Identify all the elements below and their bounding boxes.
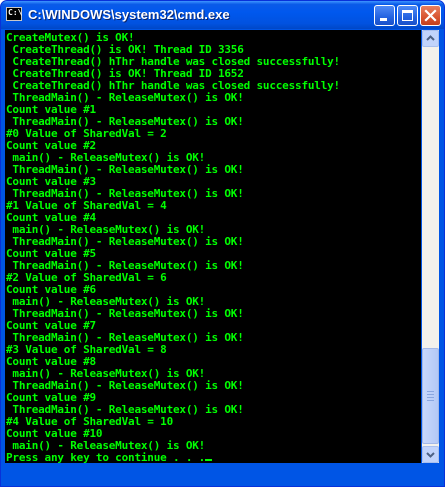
text-cursor [205,459,213,461]
close-icon [424,9,437,22]
scrollbar-thumb[interactable] [422,348,439,444]
scroll-down-button[interactable] [422,446,439,463]
maximize-button[interactable] [397,5,418,26]
title-bar[interactable]: C:\ C:\WINDOWS\system32\cmd.exe [1,1,444,29]
chevron-up-icon [426,35,435,41]
console-output[interactable]: CreateMutex() is OK! CreateThread() is O… [5,30,421,463]
scroll-up-button[interactable] [422,30,439,47]
cmd-window: C:\ C:\WINDOWS\system32\cmd.exe CreateMu… [0,0,445,487]
minimize-icon [380,18,387,21]
chevron-down-icon [426,452,435,458]
thumb-grip-line [427,397,434,398]
vertical-scrollbar[interactable] [422,30,439,463]
maximize-icon [402,10,413,21]
thumb-grip-line [427,391,434,392]
minimize-button[interactable] [374,5,395,26]
thumb-grip-line [427,400,434,401]
window-title: C:\WINDOWS\system32\cmd.exe [28,7,230,22]
close-button[interactable] [420,5,441,26]
console-app-icon[interactable]: C:\ [6,7,22,21]
thumb-grip-line [427,394,434,395]
window-bottom-border [1,464,444,486]
console-line: Press any key to continue . . . [6,452,213,463]
